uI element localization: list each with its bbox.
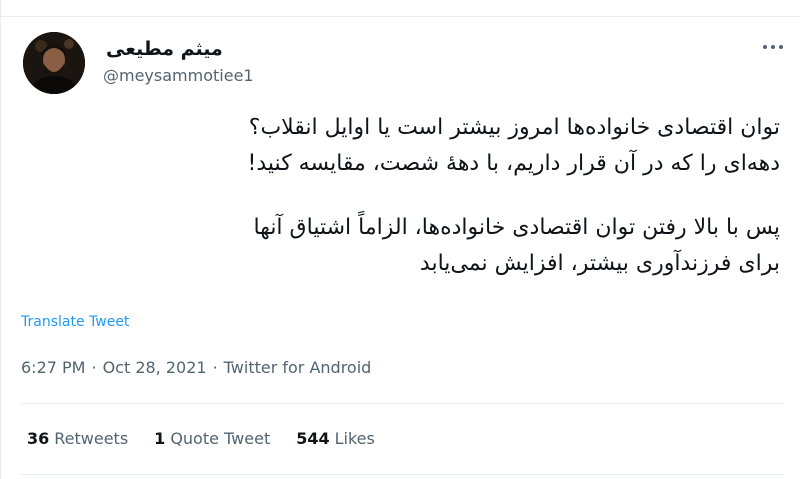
quote-tweets-stat[interactable]: 1 Quote Tweet	[154, 428, 270, 450]
engagement-stats: 36 Retweets 1 Quote Tweet 544 Likes	[27, 428, 375, 450]
tweet-metadata: 6:27 PM · Oct 28, 2021 · Twitter for Android	[21, 357, 371, 379]
more-options-icon[interactable]	[758, 37, 788, 57]
quotes-count: 1	[154, 429, 166, 448]
dot	[763, 45, 767, 49]
avatar-image	[23, 32, 85, 94]
likes-count: 544	[296, 429, 330, 448]
dot	[771, 45, 775, 49]
tweet-date[interactable]: Oct 28, 2021	[103, 358, 207, 377]
divider	[21, 474, 783, 475]
separator: ·	[91, 358, 97, 377]
likes-label: Likes	[334, 429, 375, 448]
tweet-text: توان اقتصادی خانواده‌ها امروز بیشتر است …	[16, 110, 780, 282]
tweet-time[interactable]: 6:27 PM	[21, 358, 85, 377]
tweet-source[interactable]: Twitter for Android	[224, 358, 372, 377]
translate-tweet-link[interactable]: Translate Tweet	[21, 313, 129, 331]
author-display-name[interactable]: میثم مطیعی	[106, 38, 223, 60]
separator: ·	[212, 358, 218, 377]
retweets-count: 36	[27, 429, 50, 448]
tweet-paragraph-1: توان اقتصادی خانواده‌ها امروز بیشتر است …	[247, 115, 780, 176]
left-border	[0, 0, 1, 479]
dot	[779, 45, 783, 49]
author-handle[interactable]: @meysammotiee1	[103, 66, 254, 86]
tweet-paragraph-2: پس با بالا رفتن توان اقتصادی خانواده‌ها،…	[253, 215, 780, 276]
top-divider	[0, 16, 800, 17]
retweets-stat[interactable]: 36 Retweets	[27, 428, 128, 450]
likes-stat[interactable]: 544 Likes	[296, 428, 375, 450]
quotes-label: Quote Tweet	[170, 429, 271, 448]
retweets-label: Retweets	[54, 429, 129, 448]
divider	[21, 403, 783, 404]
avatar[interactable]	[23, 32, 85, 94]
